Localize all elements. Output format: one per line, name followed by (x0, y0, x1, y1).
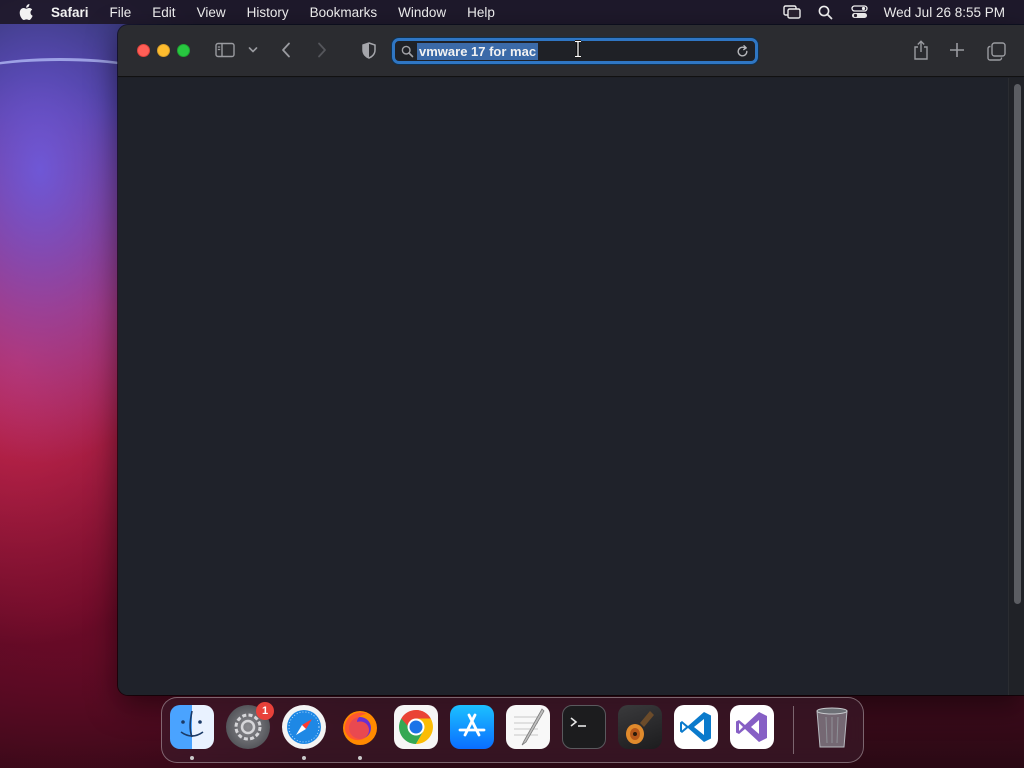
menu-edit[interactable]: Edit (152, 5, 175, 20)
address-input[interactable]: vmware 17 for mac (417, 43, 539, 60)
dock-app-visual-studio-code[interactable] (674, 705, 718, 749)
forward-icon[interactable] (315, 40, 329, 60)
close-window-button[interactable] (137, 44, 150, 57)
dock-app-textedit[interactable] (506, 705, 550, 749)
dock-app-terminal[interactable] (562, 705, 606, 749)
notification-badge: 1 (256, 702, 274, 720)
search-icon (401, 45, 414, 58)
menu-file[interactable]: File (110, 5, 132, 20)
spotlight-search-icon[interactable] (816, 4, 836, 20)
running-indicator (190, 756, 194, 760)
dock: 1 (161, 697, 864, 763)
dock-app-app-store[interactable] (450, 705, 494, 749)
control-center-icon[interactable] (850, 4, 870, 20)
safari-window: vmware 17 for mac (118, 25, 1024, 695)
apple-icon[interactable] (17, 2, 37, 22)
menu-window[interactable]: Window (398, 5, 446, 20)
menu-history[interactable]: History (247, 5, 289, 20)
dock-app-firefox[interactable] (338, 705, 382, 749)
dock-app-garageband[interactable] (618, 705, 662, 749)
menu-bar: Safari File Edit View History Bookmarks … (0, 0, 1024, 24)
menu-bookmarks[interactable]: Bookmarks (310, 5, 378, 20)
minimize-window-button[interactable] (157, 44, 170, 57)
dock-app-trash[interactable] (810, 705, 854, 749)
tabs-overview-icon[interactable] (986, 41, 1006, 61)
screen-mirroring-icon[interactable] (782, 4, 802, 20)
chevron-down-icon[interactable] (248, 44, 258, 56)
sidebar-icon[interactable] (214, 40, 236, 60)
share-icon[interactable] (912, 39, 930, 61)
dock-app-finder[interactable] (170, 705, 214, 749)
shield-icon[interactable] (361, 40, 377, 60)
back-icon[interactable] (279, 40, 293, 60)
menu-view[interactable]: View (197, 5, 226, 20)
reload-icon[interactable] (735, 44, 749, 58)
dock-divider (793, 706, 794, 754)
plus-icon[interactable] (949, 41, 965, 59)
dock-app-safari[interactable] (282, 705, 326, 749)
running-indicator (302, 756, 306, 760)
ibeam-cursor-icon (573, 40, 583, 58)
browser-toolbar: vmware 17 for mac (118, 25, 1024, 77)
scrollbar-thumb[interactable] (1014, 84, 1021, 604)
dock-app-google-chrome[interactable] (394, 705, 438, 749)
web-content-area[interactable] (118, 78, 1008, 695)
menu-app-safari[interactable]: Safari (51, 5, 89, 20)
maximize-window-button[interactable] (177, 44, 190, 57)
dock-app-visual-studio[interactable] (730, 705, 774, 749)
running-indicator (358, 756, 362, 760)
menubar-clock[interactable]: Wed Jul 26 8:55 PM (884, 5, 1005, 20)
scrollbar[interactable] (1008, 78, 1024, 695)
menu-help[interactable]: Help (467, 5, 495, 20)
